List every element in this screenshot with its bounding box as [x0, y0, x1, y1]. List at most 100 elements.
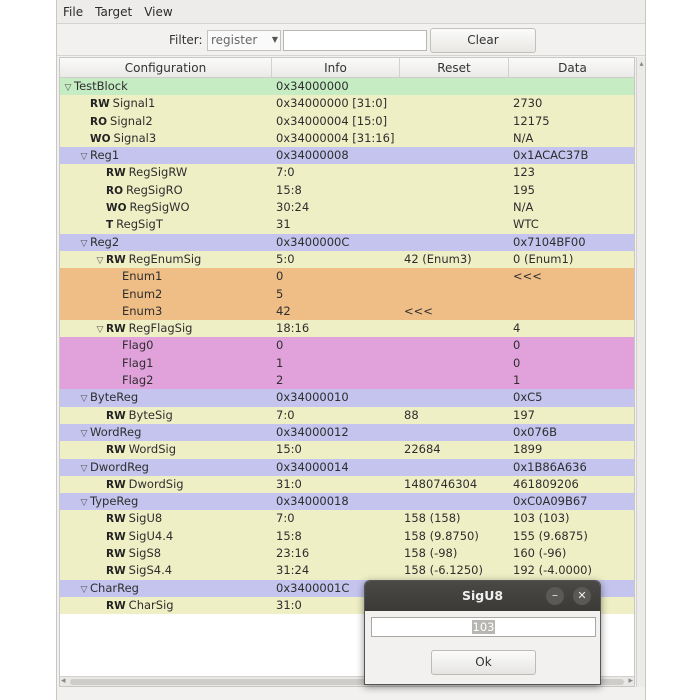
- data-cell[interactable]: N/A: [513, 199, 633, 216]
- column-header-data[interactable]: Data: [509, 58, 634, 78]
- data-cell[interactable]: [513, 78, 633, 95]
- data-cell[interactable]: 1899: [513, 441, 633, 458]
- expander-icon[interactable]: ▽: [94, 253, 106, 268]
- table-row[interactable]: RW SigS4.4 31:24 158 (-6.1250) 192 (-4.0000): [60, 562, 634, 580]
- menu-view[interactable]: View: [138, 0, 178, 24]
- data-cell[interactable]: 0x7104BF00: [513, 234, 633, 251]
- access-badge: T: [106, 219, 114, 232]
- ok-button[interactable]: Ok: [431, 650, 536, 675]
- configuration-cell: Enum2: [60, 286, 272, 303]
- table-row[interactable]: Enum3 42 <<<: [60, 302, 634, 321]
- expander-icon[interactable]: ▽: [78, 582, 90, 597]
- table-row[interactable]: RO Signal2 0x34000004 [15:0] 12175: [60, 112, 634, 130]
- filter-input[interactable]: [283, 30, 427, 51]
- data-cell[interactable]: 123: [513, 164, 633, 181]
- expander-icon[interactable]: ▽: [78, 461, 90, 476]
- dialog-value-input[interactable]: 103: [371, 617, 596, 637]
- table-row[interactable]: RW DwordSig 31:0 1480746304 461809206: [60, 475, 634, 494]
- filter-type-combo[interactable]: register ▼: [207, 30, 281, 51]
- data-cell[interactable]: 12175: [513, 113, 633, 130]
- data-cell[interactable]: WTC: [513, 216, 633, 233]
- data-cell[interactable]: 0: [513, 355, 633, 372]
- close-icon[interactable]: ✕: [573, 587, 591, 605]
- expander-icon[interactable]: ▽: [78, 391, 90, 406]
- data-cell[interactable]: [513, 286, 633, 303]
- data-cell[interactable]: 1: [513, 372, 633, 389]
- table-row[interactable]: Flag2 2 1: [60, 372, 634, 390]
- menu-target[interactable]: Target: [89, 0, 138, 24]
- configuration-cell: ▽ Reg1: [60, 147, 272, 164]
- data-cell[interactable]: 197: [513, 407, 633, 424]
- data-cell[interactable]: 2730: [513, 95, 633, 112]
- table-row[interactable]: ▽ TestBlock 0x34000000: [60, 78, 634, 96]
- data-cell[interactable]: 4: [513, 320, 633, 337]
- node-name: RegSigT: [116, 217, 163, 232]
- table-row[interactable]: RW SigS8 23:16 158 (-98) 160 (-96): [60, 545, 634, 563]
- table-row[interactable]: ▽ TypeReg 0x34000018 0xC0A09B67: [60, 493, 634, 511]
- data-cell[interactable]: <<<: [513, 268, 633, 285]
- data-cell[interactable]: 0x076B: [513, 424, 633, 441]
- data-cell[interactable]: N/A: [513, 130, 633, 147]
- clear-button[interactable]: Clear: [430, 28, 536, 53]
- table-row[interactable]: RW Signal1 0x34000000 [31:0] 2730: [60, 95, 634, 113]
- table-row[interactable]: Enum1 0 <<<: [60, 268, 634, 286]
- expander-icon[interactable]: ▽: [78, 495, 90, 510]
- node-name: DwordSig: [128, 476, 184, 491]
- table-row[interactable]: ▽ DwordReg 0x34000014 0x1B86A636: [60, 458, 634, 476]
- expander-icon[interactable]: ▽: [62, 80, 74, 95]
- table-row[interactable]: ▽ Reg1 0x34000008 0x1ACAC37B: [60, 147, 634, 165]
- info-cell: 0x34000004 [31:16]: [276, 130, 395, 145]
- expander-icon[interactable]: ▽: [78, 236, 90, 251]
- data-cell[interactable]: 0x1ACAC37B: [513, 147, 633, 164]
- data-cell[interactable]: 0xC5: [513, 389, 633, 406]
- data-cell[interactable]: 155 (9.6875): [513, 528, 633, 545]
- data-cell[interactable]: [513, 303, 633, 320]
- table-row[interactable]: Enum2 5: [60, 285, 634, 303]
- tree-rows: ▽ TestBlock 0x34000000 RW Signal1 0x34000000 …: [60, 78, 634, 615]
- table-row[interactable]: ▽ ByteReg 0x34000010 0xC5: [60, 389, 634, 407]
- data-cell[interactable]: 0: [513, 337, 633, 354]
- dialog-titlebar[interactable]: SigU8 – ✕: [365, 581, 600, 611]
- minimize-icon[interactable]: –: [546, 587, 564, 605]
- table-row[interactable]: RW RegSigRW 7:0 123: [60, 164, 634, 182]
- table-row[interactable]: RW SigU4.4 15:8 158 (9.8750) 155 (9.6875): [60, 527, 634, 546]
- table-row[interactable]: RO RegSigRO 15:8 195: [60, 181, 634, 200]
- table-row[interactable]: RW SigU8 7:0 158 (158) 103 (103): [60, 510, 634, 528]
- data-cell[interactable]: 160 (-96): [513, 545, 633, 562]
- table-row[interactable]: ▽ Reg2 0x3400000C 0x7104BF00: [60, 233, 634, 251]
- data-cell[interactable]: 0xC0A09B67: [513, 493, 633, 510]
- scroll-up-icon[interactable]: ▴: [637, 59, 646, 68]
- scroll-left-icon[interactable]: ◂: [61, 676, 66, 686]
- vertical-scrollbar[interactable]: ▴: [636, 57, 645, 687]
- data-cell[interactable]: 195: [513, 182, 633, 199]
- configuration-cell: ▽ WordReg: [60, 424, 272, 441]
- table-row[interactable]: WO Signal3 0x34000004 [31:16] N/A: [60, 129, 634, 148]
- data-cell[interactable]: 0 (Enum1): [513, 251, 633, 268]
- table-row[interactable]: RW WordSig 15:0 22684 1899: [60, 441, 634, 459]
- column-header-info[interactable]: Info: [272, 58, 400, 78]
- table-row[interactable]: Flag1 1 0: [60, 354, 634, 373]
- info-cell: 31: [276, 217, 291, 232]
- data-cell[interactable]: 461809206: [513, 476, 633, 493]
- expander-icon[interactable]: ▽: [78, 149, 90, 164]
- table-row[interactable]: WO RegSigWO 30:24 N/A: [60, 199, 634, 217]
- data-cell[interactable]: 103 (103): [513, 510, 633, 527]
- table-row[interactable]: T RegSigT 31 WTC: [60, 216, 634, 234]
- data-cell[interactable]: 192 (-4.0000): [513, 562, 633, 579]
- node-name: Flag0: [122, 338, 154, 353]
- column-header-configuration[interactable]: Configuration: [60, 58, 272, 78]
- table-row[interactable]: RW ByteSig 7:0 88 197: [60, 406, 634, 424]
- node-name: Signal1: [112, 96, 156, 111]
- table-row[interactable]: ▽ RW RegFlagSig 18:16 4: [60, 320, 634, 338]
- column-header-reset[interactable]: Reset: [400, 58, 509, 78]
- expander-icon[interactable]: ▽: [78, 426, 90, 441]
- table-row[interactable]: Flag0 0 0: [60, 337, 634, 355]
- scroll-right-icon[interactable]: ▸: [628, 676, 633, 686]
- expander-icon[interactable]: ▽: [94, 322, 106, 337]
- menu-file[interactable]: File: [57, 0, 89, 24]
- table-row[interactable]: ▽ WordReg 0x34000012 0x076B: [60, 423, 634, 442]
- table-row[interactable]: ▽ RW RegEnumSig 5:0 42 (Enum3) 0 (Enum1): [60, 250, 634, 269]
- data-cell[interactable]: 0x1B86A636: [513, 459, 633, 476]
- node-name: SigU8: [128, 511, 163, 526]
- configuration-cell: ▽ RW RegFlagSig: [60, 320, 272, 337]
